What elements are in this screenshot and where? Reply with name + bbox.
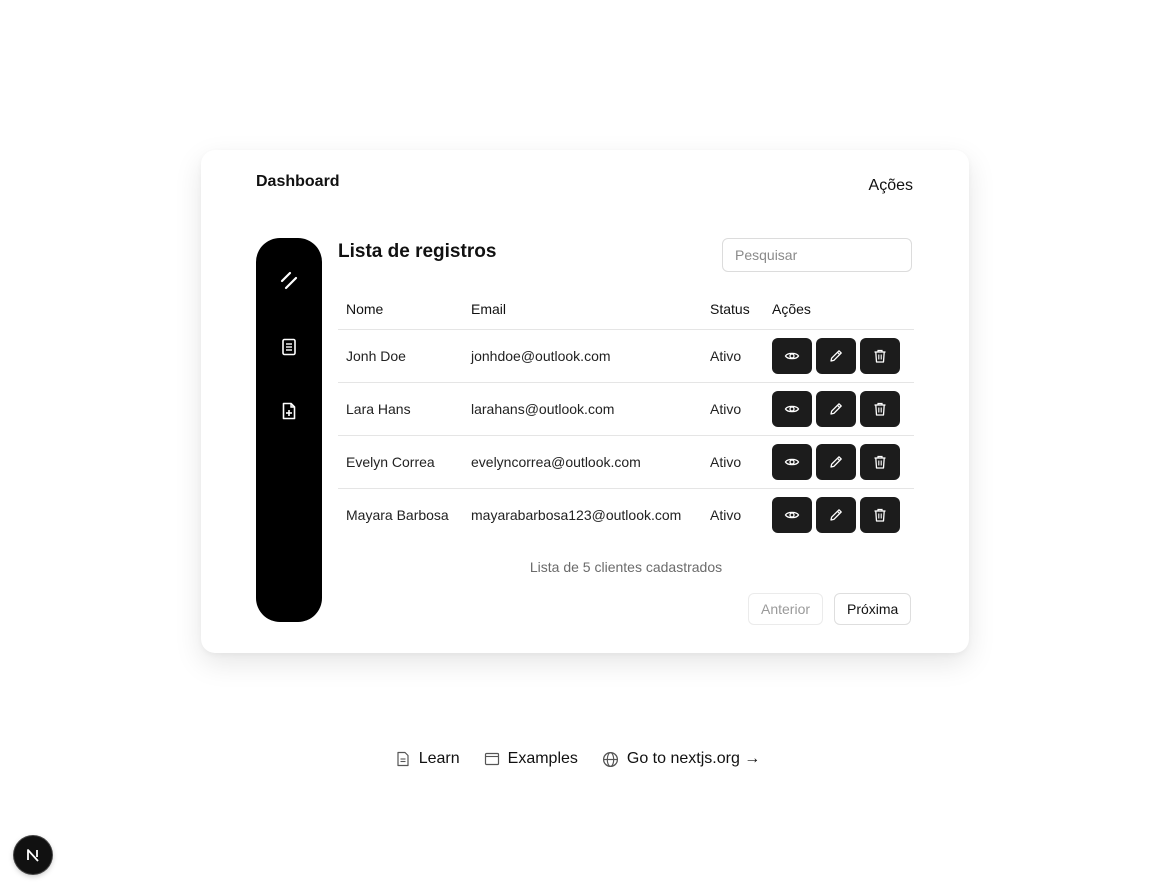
edit-button[interactable] [816,497,856,533]
records-title: Lista de registros [338,241,497,262]
previous-page-button[interactable]: Anterior [748,593,824,625]
page-title: Dashboard [256,173,340,190]
eye-icon [784,454,800,470]
examples-link[interactable]: Examples [484,750,578,768]
slash-logo-icon [280,271,298,290]
sidebar-item-home[interactable] [277,269,301,293]
edit-button[interactable] [816,338,856,374]
delete-button[interactable] [860,338,900,374]
file-icon [397,751,409,767]
pencil-icon [828,348,844,364]
cell-actions [764,435,914,489]
table-row: Lara Hans larahans@outlook.com Ativo [338,382,914,436]
table-caption: Lista de 5 clientes cadastrados [529,559,723,575]
table-row: Evelyn Correa evelyncorrea@outlook.com Ati… [338,435,914,489]
nextjs-logo-icon [27,849,39,862]
column-header-status: Status [702,288,764,330]
nextjs-link-label: Go to nextjs.org → [626,750,761,767]
search-input[interactable] [722,238,912,272]
sidebar-item-documents[interactable] [277,335,301,359]
cell-actions [764,329,914,383]
cell-name: Evelyn Correa [338,435,463,489]
eye-icon [784,348,800,364]
cell-status: Ativo [702,435,764,489]
table-row: Jonh Doe jonhdoe@outlook.com Ativo [338,329,914,383]
delete-button[interactable] [860,391,900,427]
examples-link-label: Examples [507,750,578,767]
cell-email: jonhdoe@outlook.com [463,329,702,383]
pencil-icon [828,507,844,523]
actions-menu[interactable]: Ações [869,177,913,195]
delete-button[interactable] [860,497,900,533]
cell-status: Ativo [702,382,764,436]
pencil-icon [828,454,844,470]
nextjs-link[interactable]: Go to nextjs.org → [602,750,760,768]
pencil-icon [828,401,844,417]
file-plus-icon [282,402,296,420]
sidebar [256,238,322,622]
view-button[interactable] [772,391,812,427]
cell-actions [764,382,914,436]
records-table: Nome Email Status Ações Jonh Doe jonhdoe@… [338,288,914,541]
edit-button[interactable] [816,391,856,427]
edit-button[interactable] [816,444,856,480]
next-page-button[interactable]: Próxima [834,593,912,625]
dashboard-card: Dashboard Ações Lista de registros Pesqu… [201,150,969,653]
view-button[interactable] [772,497,812,533]
delete-button[interactable] [860,444,900,480]
table-row: Mayara Barbosa mayarabarbosa123@outlook.c… [338,489,914,542]
cell-email: mayarabarbosa123@outlook.com [471,507,682,523]
cell-status: Ativo [710,507,742,523]
nextjs-dev-badge[interactable] [14,836,52,874]
cell-name: Jonh Doe [338,329,463,383]
window-icon [484,752,499,766]
cell-email: evelyncorrea@outlook.com [463,435,702,489]
globe-icon [602,751,618,767]
column-header-email: Email [463,288,702,330]
cell-status: Ativo [702,329,764,383]
cell-email: larahans@outlook.com [463,382,702,436]
footer-links: Learn Examples Go to nextjs.org → [0,750,1155,768]
learn-link[interactable]: Learn [395,750,460,768]
cell-actions [764,489,914,542]
column-header-actions: Ações [764,288,914,330]
cell-name: Lara Hans [338,382,463,436]
document-icon [282,338,296,356]
trash-icon [872,454,888,470]
learn-link-label: Learn [418,750,460,767]
column-header-name: Nome [338,288,463,330]
sidebar-item-new-file[interactable] [277,399,301,423]
eye-icon [784,507,800,523]
eye-icon [784,401,800,417]
trash-icon [872,507,888,523]
trash-icon [872,348,888,364]
view-button[interactable] [772,444,812,480]
trash-icon [872,401,888,417]
cell-name: Mayara Barbosa [346,507,449,523]
table-header-row: Nome Email Status Ações [338,288,914,330]
view-button[interactable] [772,338,812,374]
